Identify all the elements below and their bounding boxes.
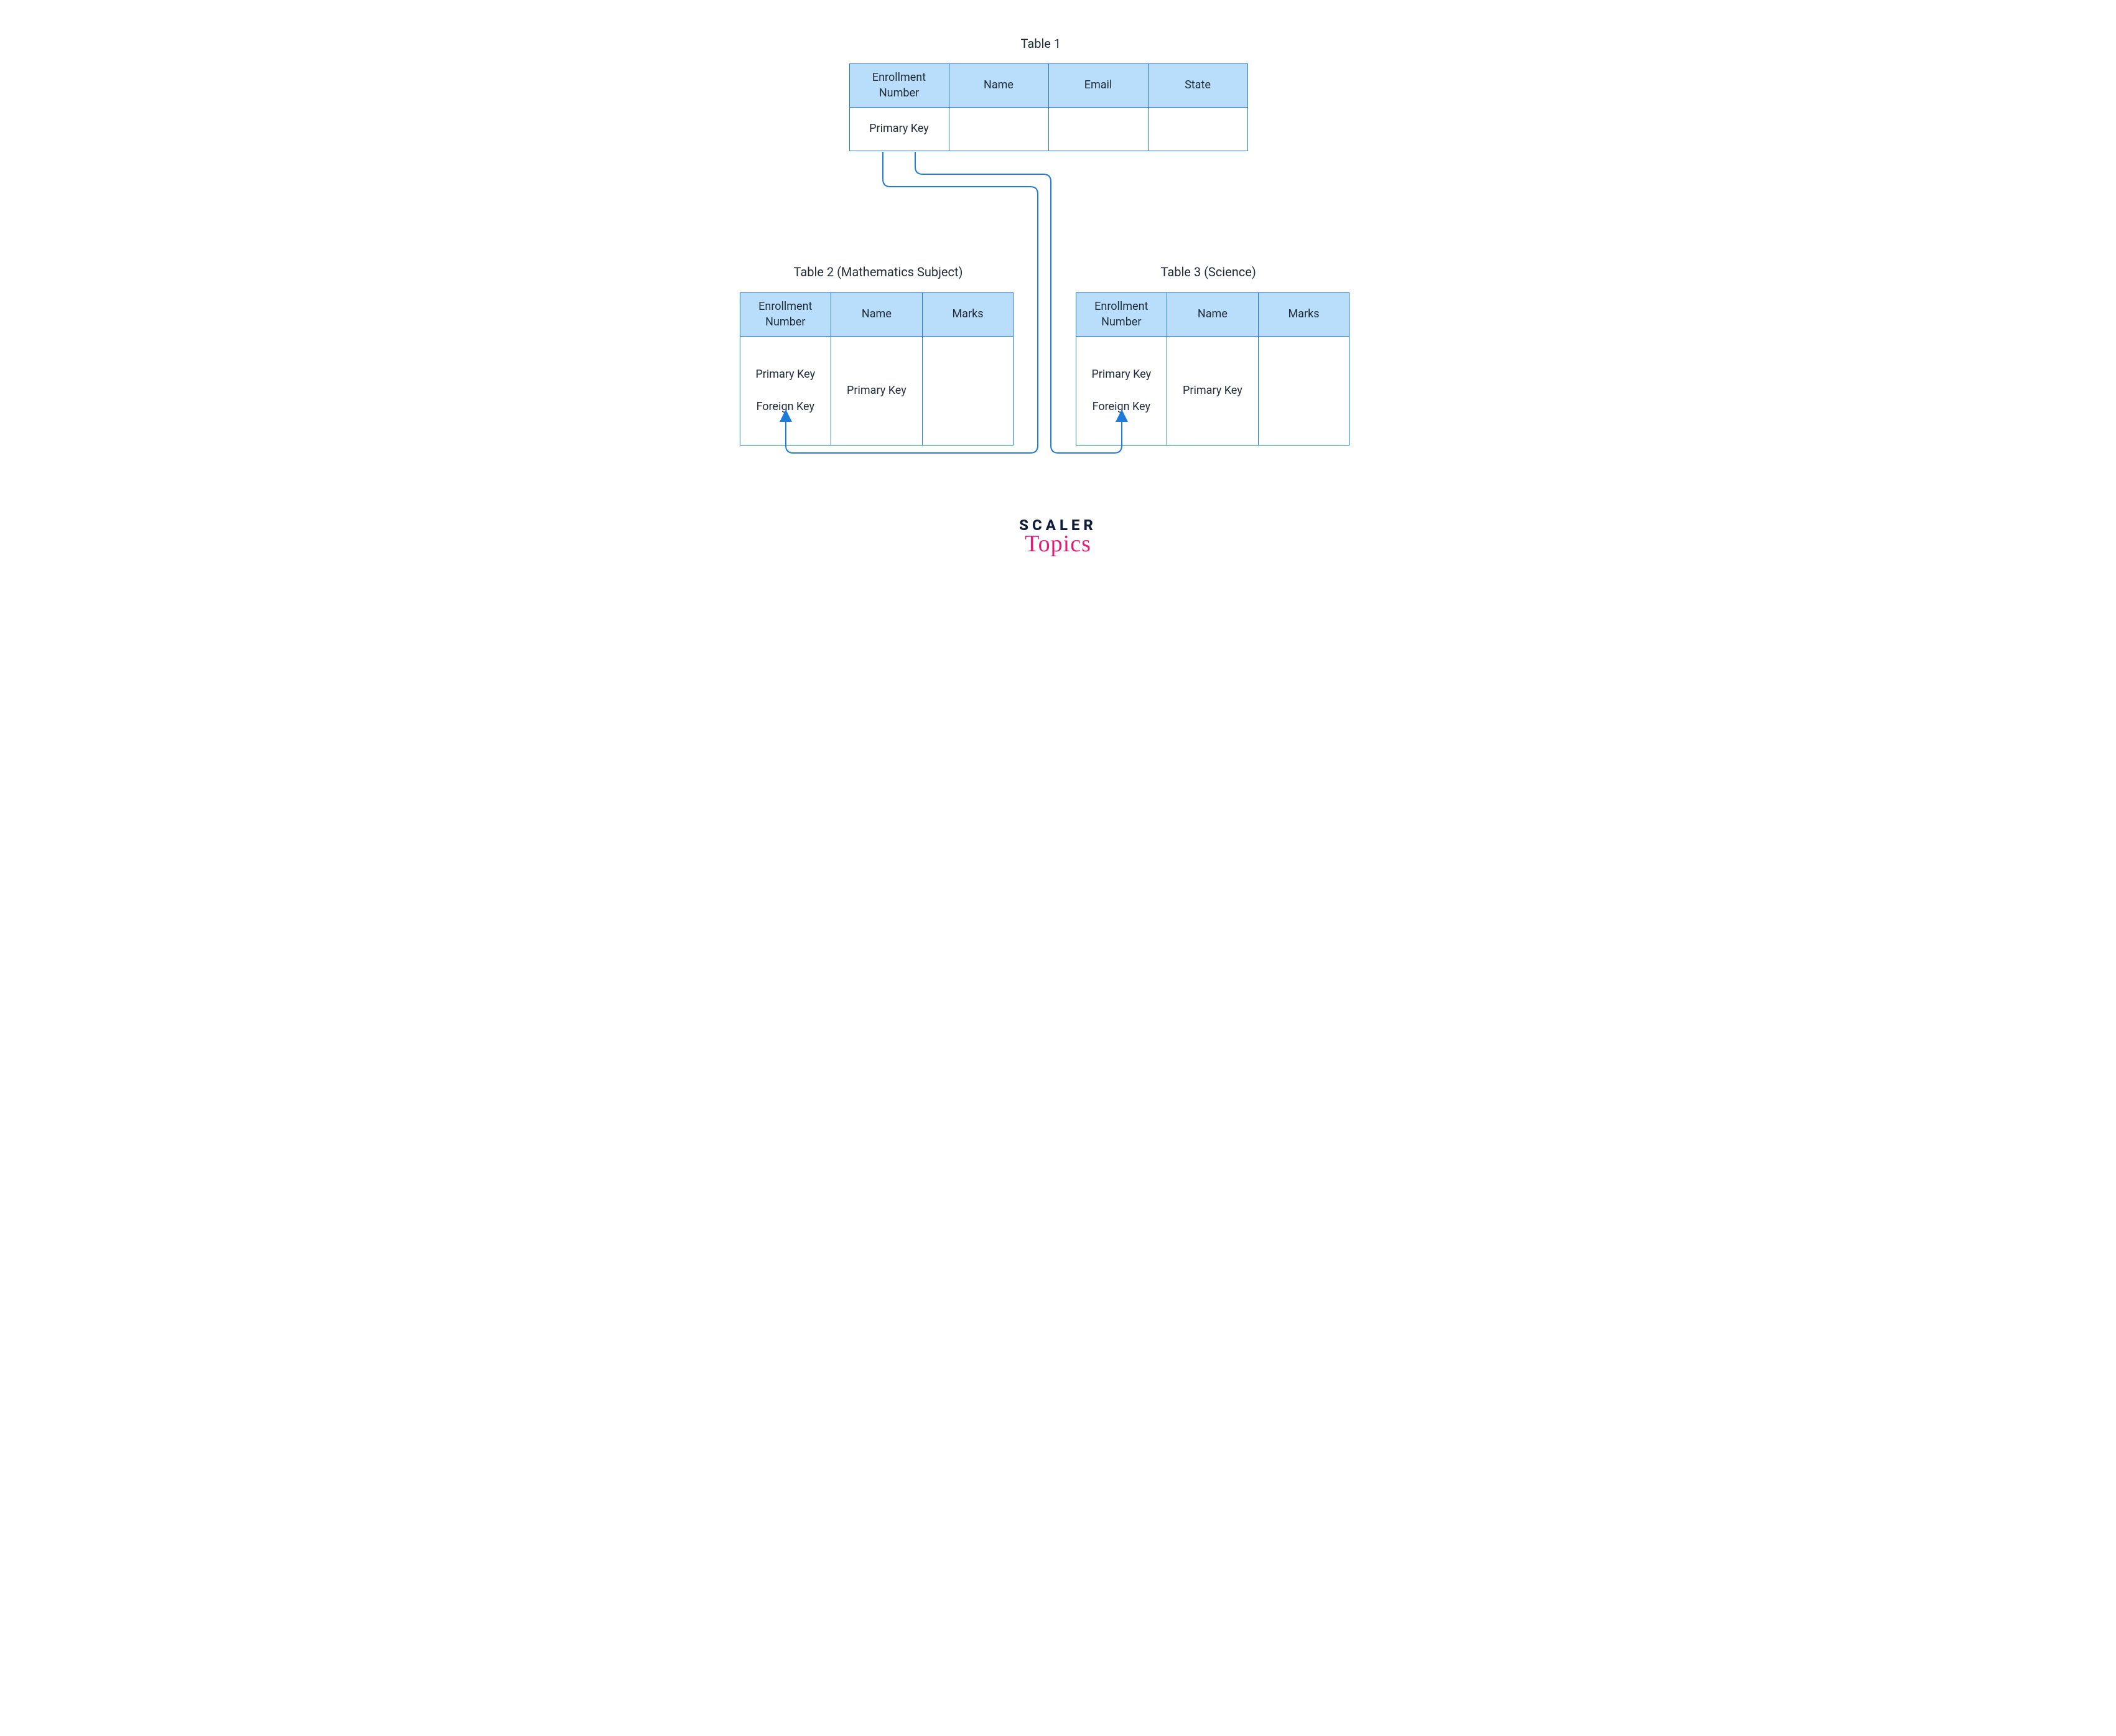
table1-cell-state [1148, 108, 1247, 151]
table3-title: Table 3 (Science) [1161, 264, 1256, 279]
table1-header-enrollment: Enrollment Number [849, 64, 949, 108]
table2-header-marks: Marks [922, 293, 1014, 337]
table3-header-enrollment: Enrollment Number [1076, 293, 1167, 337]
table2-foreign-key-label: Foreign Key [743, 399, 829, 414]
table1-cell-email [1048, 108, 1148, 151]
table2-header-name: Name [831, 293, 923, 337]
table2-cell-name-key: Primary Key [831, 337, 923, 446]
table1-title: Table 1 [1021, 36, 1061, 51]
table2-header-row: Enrollment Number Name Marks [740, 293, 1014, 337]
table3-cell-keys: Primary Key Foreign Key [1076, 337, 1167, 446]
table3-cell-name-key: Primary Key [1167, 337, 1259, 446]
table1-header-row: Enrollment Number Name Email State [849, 64, 1247, 108]
scaler-topics-logo: SCALER Topics [1019, 516, 1097, 558]
table2-header-enrollment: Enrollment Number [740, 293, 831, 337]
table3-data-row: Primary Key Foreign Key Primary Key [1076, 337, 1349, 446]
table2-cell-marks [922, 337, 1014, 446]
table2: Enrollment Number Name Marks Primary Key… [740, 292, 1014, 446]
table3-header-row: Enrollment Number Name Marks [1076, 293, 1349, 337]
table1-header-name: Name [949, 64, 1048, 108]
logo-topics-text: Topics [1019, 530, 1097, 558]
table1-data-row: Primary Key [849, 108, 1247, 151]
table1-cell-primary-key: Primary Key [849, 108, 949, 151]
table3-foreign-key-label: Foreign Key [1079, 399, 1165, 414]
table1-cell-name [949, 108, 1048, 151]
table3-primary-key-label: Primary Key [1079, 367, 1165, 382]
table2-title: Table 2 (Mathematics Subject) [794, 264, 963, 279]
diagram-canvas: Table 1 Table 2 (Mathematics Subject) Ta… [685, 0, 1432, 612]
table3-cell-marks [1258, 337, 1349, 446]
table2-cell-keys: Primary Key Foreign Key [740, 337, 831, 446]
table2-data-row: Primary Key Foreign Key Primary Key [740, 337, 1014, 446]
table1-header-state: State [1148, 64, 1247, 108]
table1: Enrollment Number Name Email State Prima… [849, 63, 1248, 151]
table3-header-name: Name [1167, 293, 1259, 337]
table3-header-marks: Marks [1258, 293, 1349, 337]
table2-primary-key-label: Primary Key [743, 367, 829, 382]
table1-header-email: Email [1048, 64, 1148, 108]
table3: Enrollment Number Name Marks Primary Key… [1076, 292, 1350, 446]
